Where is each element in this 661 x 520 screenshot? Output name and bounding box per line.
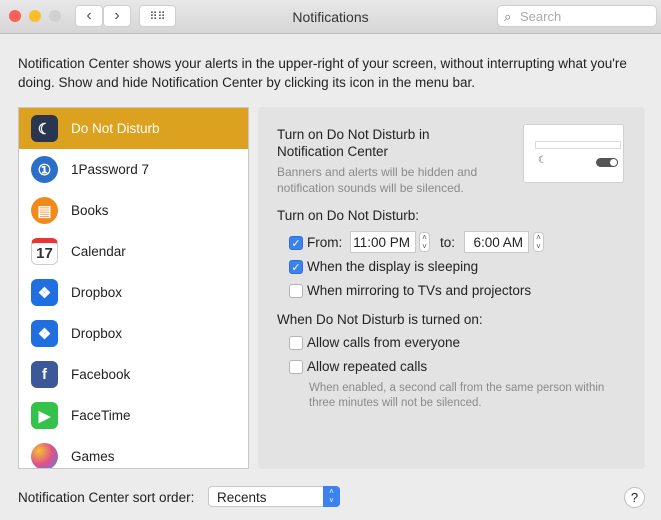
schedule-heading: Turn on Do Not Disturb: (277, 208, 420, 223)
dnd-preview-image: ☾ (523, 124, 624, 183)
app-name: Calendar (71, 244, 126, 259)
books-icon: ▤ (31, 197, 58, 224)
to-label: to: (440, 235, 456, 250)
app-name: Do Not Disturb (71, 121, 160, 136)
forward-button[interactable]: › (103, 5, 131, 27)
to-time-stepper[interactable]: ˄ ˅ (533, 232, 544, 252)
calendar-icon: 17 (31, 238, 58, 265)
from-time-stepper[interactable]: ˄ ˅ (419, 232, 430, 252)
search-icon: ⌕ (504, 9, 512, 24)
games-icon (31, 443, 58, 468)
title-bar: ‹ › ⠿⠿ Notifications ⌕ Search (0, 0, 661, 34)
app-list-item[interactable]: ☾ Do Not Disturb (19, 108, 248, 149)
app-list-item[interactable]: ❖ Dropbox (19, 313, 248, 354)
app-list-item[interactable]: ❖ Dropbox (19, 272, 248, 313)
facetime-icon: ▶ (31, 402, 58, 429)
from-time-field[interactable]: 11:00 PM (350, 231, 416, 253)
app-list-item[interactable]: Games (19, 436, 248, 468)
back-button[interactable]: ‹ (75, 5, 103, 27)
display-sleeping-checkbox[interactable]: ✓ (289, 260, 303, 274)
sort-order-label: Notification Center sort order: (18, 490, 195, 505)
repeated-calls-label: Allow repeated calls (307, 359, 428, 374)
help-button[interactable]: ? (624, 487, 645, 508)
app-list-item[interactable]: 17 Calendar (19, 231, 248, 272)
dnd-heading: Turn on Do Not Disturb in Notification C… (277, 127, 430, 159)
app-name: FaceTime (71, 408, 131, 423)
from-checkbox[interactable]: ✓ (289, 236, 303, 250)
sort-order-select[interactable]: Recents ˄ ˅ (208, 486, 340, 507)
app-name: 1Password 7 (71, 162, 150, 177)
mirroring-label: When mirroring to TVs and projectors (307, 283, 532, 298)
moon-icon: ☾ (538, 155, 547, 166)
app-list-item[interactable]: ▶ FaceTime (19, 395, 248, 436)
allow-calls-label: Allow calls from everyone (307, 335, 461, 350)
search-input[interactable]: ⌕ Search (497, 5, 657, 27)
allow-calls-checkbox[interactable] (289, 336, 303, 350)
dnd-settings-panel: Turn on Do Not Disturb in Notification C… (258, 107, 645, 469)
app-list-item[interactable]: ① 1Password 7 (19, 149, 248, 190)
dropbox-icon: ❖ (31, 320, 58, 347)
zoom-button[interactable] (49, 10, 61, 22)
moon-icon: ☾ (31, 115, 58, 142)
close-button[interactable] (9, 10, 21, 22)
display-sleeping-label: When the display is sleeping (307, 259, 479, 274)
1password-icon: ① (31, 156, 58, 183)
repeated-calls-note: When enabled, a second call from the sam… (309, 382, 605, 409)
app-list[interactable]: ☾ Do Not Disturb ① 1Password 7 ▤ Books 17 Calen… (18, 107, 249, 469)
when-on-heading: When Do Not Disturb is turned on: (277, 312, 483, 327)
repeated-calls-checkbox[interactable] (289, 360, 303, 374)
facebook-icon: f (31, 361, 58, 388)
app-name: Facebook (71, 367, 131, 382)
dropbox-icon: ❖ (31, 279, 58, 306)
mirroring-checkbox[interactable] (289, 284, 303, 298)
app-name: Dropbox (71, 326, 123, 341)
app-name: Games (71, 449, 115, 464)
description: Notification Center shows your alerts in… (18, 56, 627, 90)
from-label: From: (307, 235, 343, 250)
minimize-button[interactable] (29, 10, 41, 22)
app-list-item[interactable]: f Facebook (19, 354, 248, 395)
app-name: Dropbox (71, 285, 123, 300)
app-list-item[interactable]: ▤ Books (19, 190, 248, 231)
show-all-grid-icon[interactable]: ⠿⠿ (139, 5, 176, 27)
chevron-updown-icon: ˄ ˅ (323, 486, 340, 507)
dnd-subtext: Banners and alerts will be hidden and no… (277, 165, 478, 195)
app-name: Books (71, 203, 109, 218)
to-time-field[interactable]: 6:00 AM (464, 231, 529, 253)
